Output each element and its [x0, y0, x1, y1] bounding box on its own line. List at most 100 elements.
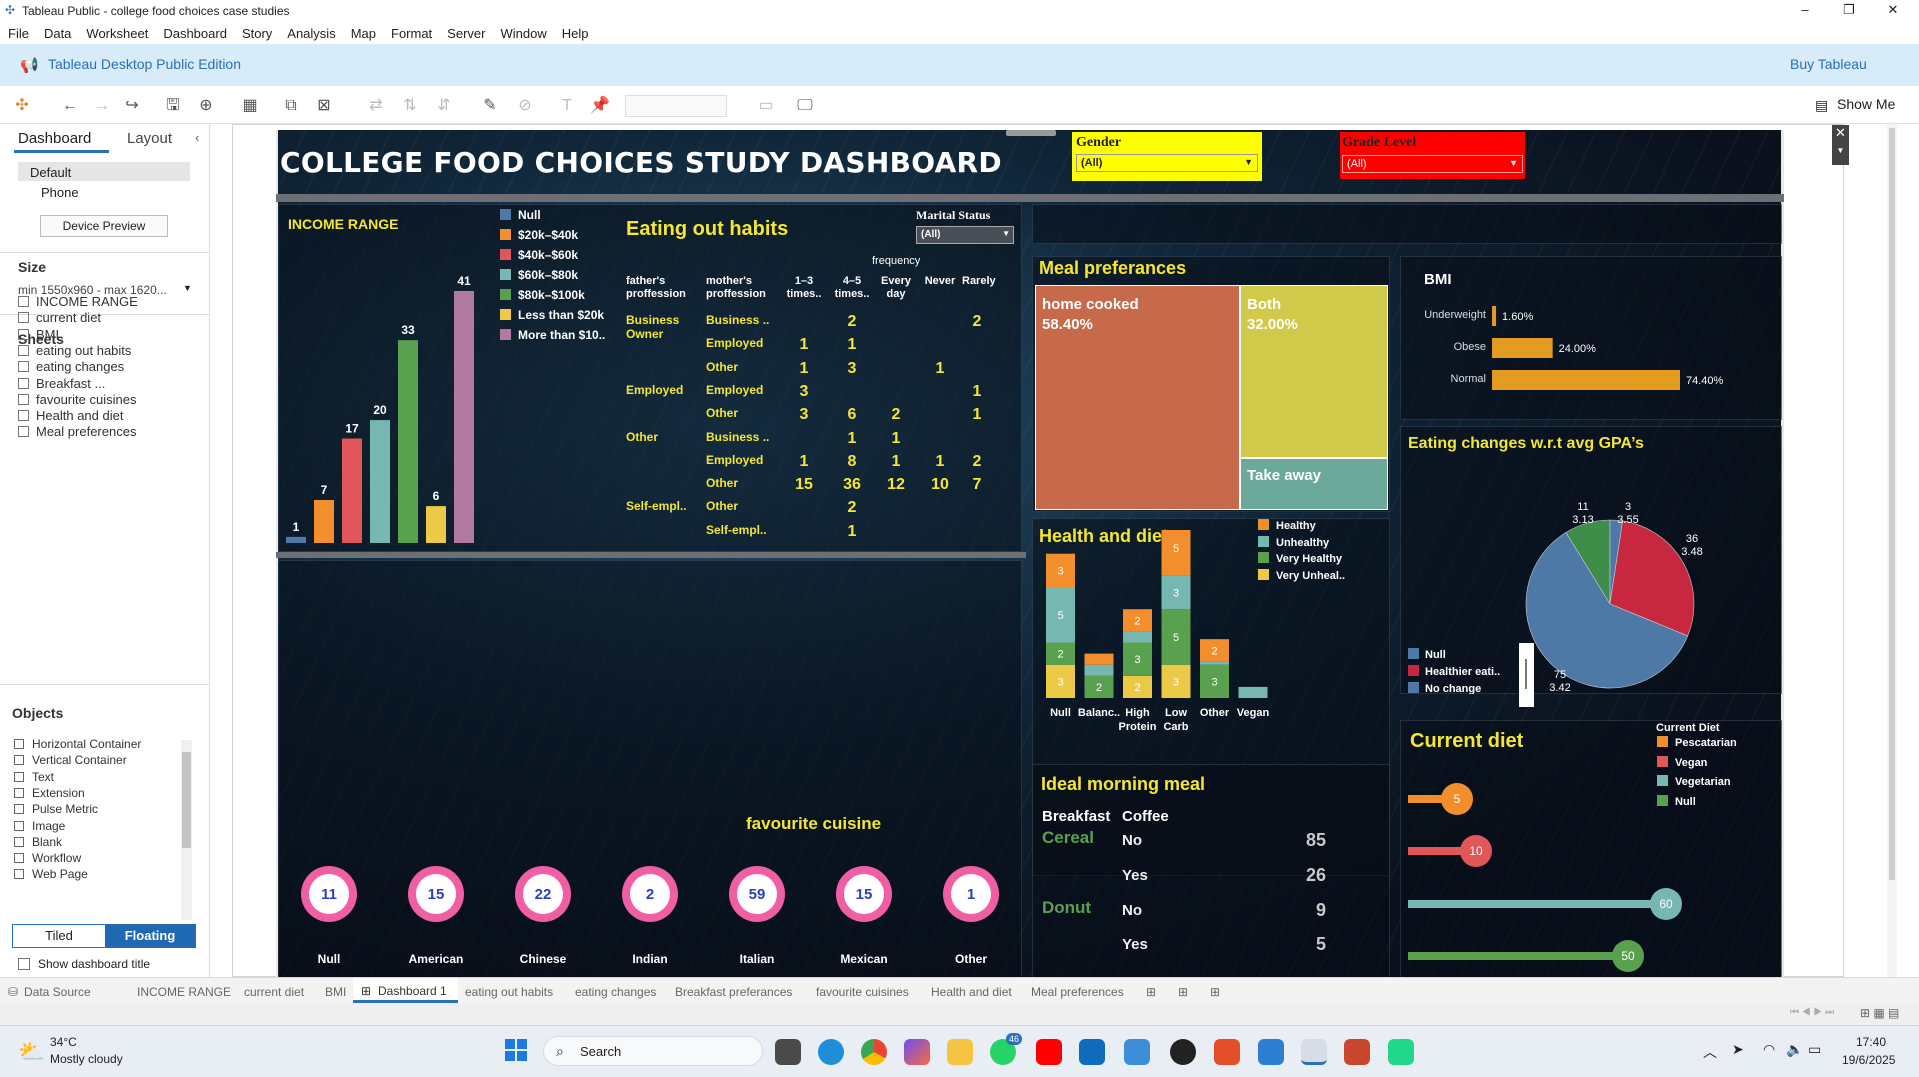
new-worksheet-tab-icon[interactable]: ⊞ — [1146, 985, 1156, 999]
file-explorer-icon[interactable] — [947, 1039, 973, 1065]
object-item[interactable]: Vertical Container — [14, 753, 127, 767]
cuisine-bubble[interactable]: 11 — [301, 866, 357, 922]
menu-map[interactable]: Map — [343, 22, 383, 41]
app-grid-icon[interactable] — [1344, 1039, 1370, 1065]
pycharm-icon[interactable] — [1388, 1039, 1414, 1065]
drag-handle[interactable] — [1006, 130, 1056, 136]
menu-worksheet[interactable]: Worksheet — [78, 22, 155, 41]
tab-bmi[interactable]: BMI — [325, 985, 346, 999]
vertical-scrollbar[interactable] — [1887, 124, 1897, 977]
maximize-button[interactable]: ❐ — [1827, 0, 1871, 22]
tab-dashboard-1[interactable]: ⊞ Dashboard 1 — [353, 978, 458, 1003]
task-view-icon[interactable] — [775, 1039, 801, 1065]
chatgpt-icon[interactable] — [1170, 1039, 1196, 1065]
device-preview-button[interactable]: Device Preview — [40, 215, 168, 237]
buy-tableau-link[interactable]: Buy Tableau — [1790, 56, 1867, 72]
tableau-taskbar-icon[interactable] — [1301, 1039, 1327, 1065]
menu-format[interactable]: Format — [383, 22, 439, 41]
youtube-icon[interactable] — [1036, 1039, 1062, 1065]
close-window-button[interactable]: ✕ — [1871, 0, 1915, 22]
sheet-item[interactable]: Meal preferences — [18, 424, 136, 444]
cuisine-bubble[interactable]: 59 — [729, 866, 785, 922]
minimize-button[interactable]: – — [1783, 0, 1827, 22]
income-bar[interactable] — [398, 340, 418, 543]
outlook-icon[interactable] — [1079, 1039, 1105, 1065]
income-bar[interactable] — [342, 438, 362, 543]
redo-icon[interactable]: ↪ — [122, 96, 142, 116]
tab-income-range[interactable]: INCOME RANGE — [137, 985, 231, 999]
treemap-both[interactable]: Both 32.00% — [1240, 285, 1388, 458]
health-bar-segment[interactable] — [1200, 661, 1229, 665]
bmi-bar[interactable] — [1492, 338, 1553, 358]
fit-dropdown[interactable] — [625, 95, 727, 117]
new-dashboard-tab-icon[interactable]: ⊞ — [1178, 985, 1188, 999]
save-icon[interactable]: 🖫 — [163, 96, 183, 116]
show-me-button[interactable]: Show Me — [1837, 96, 1895, 112]
battery-icon[interactable]: ▭ — [1808, 1041, 1821, 1058]
treemap-home-cooked[interactable]: home cooked 58.40% — [1035, 285, 1240, 510]
tab-data-source[interactable]: Data Source — [24, 985, 91, 999]
object-item[interactable]: Text — [14, 770, 54, 784]
object-item[interactable]: Workflow — [14, 851, 81, 865]
view-mode-icons[interactable]: ⊞ ▦ ▤ — [1860, 1006, 1899, 1020]
forward-icon[interactable]: → — [92, 96, 112, 116]
windows-start-icon[interactable] — [505, 1039, 527, 1061]
object-item[interactable]: Pulse Metric — [14, 802, 98, 816]
wifi-icon[interactable]: ◠ — [1763, 1041, 1775, 1058]
menu-analysis[interactable]: Analysis — [279, 22, 342, 41]
cuisine-bubble[interactable]: 15 — [408, 866, 464, 922]
menu-file[interactable]: File — [0, 22, 36, 41]
cuisine-bubble[interactable]: 22 — [515, 866, 571, 922]
object-item[interactable]: Web Page — [14, 867, 88, 881]
tab-breakfast-preferances[interactable]: Breakfast preferances — [675, 985, 792, 999]
tab-nav-icons[interactable]: ⏮ ◀ ▶ ⏭ — [1790, 1007, 1834, 1018]
cuisine-bubble[interactable]: 2 — [622, 866, 678, 922]
menu-help[interactable]: Help — [554, 22, 596, 41]
marital-dropdown[interactable]: (All) ▼ — [916, 226, 1014, 244]
new-datasource-icon[interactable]: ⊕ — [196, 96, 216, 116]
bmi-bar[interactable] — [1492, 306, 1497, 326]
duplicate-sheet-icon[interactable]: ⧉ — [281, 96, 301, 116]
new-worksheet-icon[interactable]: ▦ — [240, 96, 260, 116]
object-item[interactable]: Image — [14, 819, 65, 833]
close-floating-icon[interactable]: ✕ ▼ — [1832, 125, 1849, 165]
photos-icon[interactable] — [1124, 1039, 1150, 1065]
edge-icon[interactable] — [818, 1039, 844, 1065]
tab-meal-preferences[interactable]: Meal preferences — [1031, 985, 1124, 999]
wps-icon[interactable] — [1214, 1039, 1240, 1065]
income-bar[interactable] — [426, 506, 446, 543]
health-bar-segment[interactable] — [1084, 664, 1114, 676]
copilot-icon[interactable] — [904, 1039, 930, 1065]
objects-scrollbar[interactable] — [181, 740, 192, 920]
menu-data[interactable]: Data — [36, 22, 78, 41]
health-bar-segment[interactable] — [1084, 653, 1114, 665]
presentation-icon[interactable]: ▭ — [756, 96, 776, 116]
income-bar[interactable] — [286, 536, 306, 543]
device-preview-icon[interactable]: 🖵 — [795, 96, 815, 116]
pin-icon[interactable]: 📌 — [590, 96, 610, 116]
tab-dashboard[interactable]: Dashboard — [18, 130, 91, 147]
label-icon[interactable]: T — [557, 96, 577, 116]
object-item[interactable]: Horizontal Container — [14, 737, 141, 751]
new-story-tab-icon[interactable]: ⊞ — [1210, 985, 1220, 999]
menu-window[interactable]: Window — [492, 22, 553, 41]
chevron-down-icon[interactable]: ▼ — [183, 283, 192, 293]
datasource-icon[interactable]: ⛁ — [8, 985, 18, 999]
tab-eating-changes[interactable]: eating changes — [575, 985, 656, 999]
tab-layout[interactable]: Layout — [127, 130, 172, 147]
menu-server[interactable]: Server — [439, 22, 492, 41]
collapse-pane-icon[interactable]: ‹ — [195, 130, 199, 145]
group-icon[interactable]: ⊘ — [515, 96, 535, 116]
highlight-icon[interactable]: ✎ — [480, 96, 500, 116]
show-me-icon[interactable]: ▤ — [1815, 97, 1828, 114]
cuisine-bubble[interactable]: 1 — [943, 866, 999, 922]
object-item[interactable]: Extension — [14, 786, 85, 800]
gpa-scroll-thumb[interactable] — [1519, 643, 1534, 707]
lollipop-stem[interactable] — [1408, 900, 1666, 908]
tab-favourite-cuisines[interactable]: favourite cuisines — [816, 985, 909, 999]
tab-current-diet[interactable]: current diet — [244, 985, 304, 999]
cuisine-bubble[interactable]: 15 — [836, 866, 892, 922]
health-bar-segment[interactable] — [1238, 686, 1268, 698]
paint-icon[interactable] — [1258, 1039, 1284, 1065]
tab-eating-out-habits[interactable]: eating out habits — [465, 985, 553, 999]
